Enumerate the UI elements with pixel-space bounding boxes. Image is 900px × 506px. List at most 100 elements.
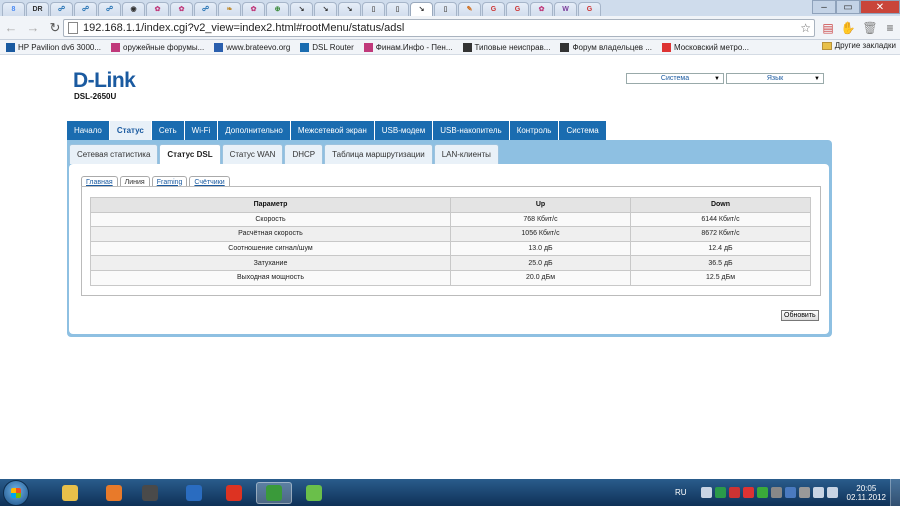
menu-item[interactable]: Wi-Fi xyxy=(184,121,219,140)
browser-tab[interactable]: ▯ xyxy=(386,2,409,16)
browser-tab[interactable]: W xyxy=(554,2,577,16)
menu-icon[interactable]: ≡ xyxy=(882,20,898,36)
taskbar-app[interactable] xyxy=(132,482,168,504)
subtab-item[interactable]: LAN-клиенты xyxy=(433,144,499,164)
table-row: Выходная мощность 20.0 дБм 12.5 дБм xyxy=(90,269,811,286)
browser-tab[interactable]: ☍ xyxy=(74,2,97,16)
menu-item[interactable]: Контроль xyxy=(509,121,560,140)
taskbar-app[interactable] xyxy=(256,482,292,504)
browser-tab[interactable]: ▯ xyxy=(434,2,457,16)
subtab-item[interactable]: Статус DSL xyxy=(159,144,221,164)
tray-shield-icon[interactable] xyxy=(728,487,740,498)
bookmark-item[interactable]: Форум владельцев ... xyxy=(560,42,652,52)
page-icon xyxy=(68,22,78,34)
subtab-item[interactable]: Сетевая статистика xyxy=(69,144,159,164)
network-icon: ☍ xyxy=(105,6,114,13)
back-arrow-icon[interactable]: ← xyxy=(0,18,22,38)
browser-tab[interactable]: ↘ xyxy=(290,2,313,16)
bookmark-item[interactable]: HP Pavilion dv6 3000... xyxy=(6,42,101,52)
maximize-button[interactable]: ▭ xyxy=(836,0,860,14)
table-row: Соотношение сигнал/шум 13.0 дБ 12.4 дБ xyxy=(90,240,811,257)
subtab-item[interactable]: Статус WAN xyxy=(221,144,284,164)
browser-tab[interactable]: ✿ xyxy=(530,2,553,16)
browser-tab[interactable]: ↘ xyxy=(338,2,361,16)
browser-tab[interactable]: ✿ xyxy=(146,2,169,16)
tray-gray-icon[interactable] xyxy=(770,487,782,498)
tray-gray-icon[interactable] xyxy=(798,487,810,498)
menu-item[interactable]: USB-модем xyxy=(374,121,434,140)
taskbar-app[interactable] xyxy=(216,482,252,504)
browser-tab[interactable]: ▯ xyxy=(362,2,385,16)
table-cell: Соотношение сигнал/шум xyxy=(90,240,451,257)
browser-tab[interactable]: ✎ xyxy=(458,2,481,16)
clock[interactable]: 20:05 02.11.2012 xyxy=(847,484,886,502)
browser-tab[interactable]: ❧ xyxy=(218,2,241,16)
star-icon[interactable]: ☆ xyxy=(800,21,811,35)
taskbar-app[interactable] xyxy=(176,482,212,504)
minimize-button[interactable]: – xyxy=(812,0,836,14)
browser-tab[interactable]: ☍ xyxy=(194,2,217,16)
menu-item[interactable]: Дополнительно xyxy=(218,121,291,140)
tray-green-icon[interactable] xyxy=(714,487,726,498)
browser-tab[interactable]: 8 xyxy=(2,2,25,16)
clock-time: 20:05 xyxy=(856,483,877,493)
taskbar-app[interactable] xyxy=(296,482,332,504)
browser-tab[interactable]: ↘ xyxy=(314,2,337,16)
show-desktop-button[interactable] xyxy=(890,479,900,506)
browser-tab[interactable]: ◉ xyxy=(122,2,145,16)
site-icon xyxy=(214,42,224,52)
language-indicator[interactable]: RU xyxy=(675,488,687,497)
language-select[interactable]: Язык ▼ xyxy=(726,73,824,84)
tray-green-icon[interactable] xyxy=(756,487,768,498)
main-menu: Начало Статус Сеть Wi-Fi Дополнительно Межсет… xyxy=(67,121,607,140)
close-button[interactable]: ✕ xyxy=(860,0,900,14)
table-cell: 36.5 дБ xyxy=(630,255,811,271)
extension-icon[interactable]: ▤ xyxy=(820,20,836,36)
trash-icon[interactable]: 🗑 xyxy=(862,20,878,36)
bookmark-item[interactable]: DSL Router xyxy=(300,42,354,52)
browser-tab[interactable]: ↘ xyxy=(410,2,433,16)
menu-item[interactable]: USB-накопитель xyxy=(433,121,510,140)
tray-blue-icon[interactable] xyxy=(784,487,796,498)
tray-up-icon[interactable] xyxy=(700,487,712,498)
browser-tab[interactable]: ✿ xyxy=(242,2,265,16)
start-button[interactable] xyxy=(3,479,29,506)
refresh-button[interactable]: Обновить xyxy=(781,310,819,321)
browser-tab[interactable]: ⊕ xyxy=(266,2,289,16)
browser-tab[interactable]: G xyxy=(506,2,529,16)
volume-icon[interactable] xyxy=(826,487,838,498)
taskbar-app[interactable] xyxy=(96,482,132,504)
bookmark-item[interactable]: Московский метро... xyxy=(661,42,749,52)
network-tray-icon[interactable] xyxy=(812,487,824,498)
browser-tab[interactable]: DR xyxy=(26,2,49,16)
menu-item[interactable]: Начало xyxy=(67,121,110,140)
bookmark-item[interactable]: оружейные форумы... xyxy=(111,42,204,52)
other-bookmarks[interactable]: Другие закладки xyxy=(821,41,896,50)
menu-item[interactable]: Сеть xyxy=(151,121,185,140)
browser-tab[interactable]: ☍ xyxy=(50,2,73,16)
menu-item[interactable]: Система xyxy=(559,121,607,140)
forward-arrow-icon[interactable]: → xyxy=(22,18,44,38)
menu-item[interactable]: Межсетевой экран xyxy=(290,121,375,140)
gear-pink-icon: ✿ xyxy=(178,6,185,13)
table-row: Затухание 25.0 дБ 36.5 дБ xyxy=(90,255,811,271)
browser-tab[interactable]: ✿ xyxy=(170,2,193,16)
subtab-item[interactable]: DHCP xyxy=(284,144,324,164)
bookmark-item[interactable]: Типовые неисправ... xyxy=(462,42,550,52)
menu-item[interactable]: Статус xyxy=(109,121,152,140)
extension-icon[interactable]: ✋ xyxy=(840,20,856,36)
system-select[interactable]: Система ▼ xyxy=(626,73,724,84)
tray-circle-icon[interactable] xyxy=(742,487,754,498)
browser-tab[interactable]: ☍ xyxy=(98,2,121,16)
taskbar-app[interactable] xyxy=(52,482,88,504)
address-bar[interactable]: 192.168.1.1/index.cgi?v2_view=index2.htm… xyxy=(63,19,815,37)
bookmark-item[interactable]: www.brateevo.org xyxy=(214,42,290,52)
table-header: Параметр Up Down xyxy=(90,197,811,213)
window-controls: – ▭ ✕ xyxy=(812,0,900,14)
arrow-icon: ↘ xyxy=(418,6,425,13)
subtab-item[interactable]: Таблица маршрутизации xyxy=(324,144,433,164)
bookmark-item[interactable]: Финам.Инфо - Пен... xyxy=(363,42,453,52)
browser-tab[interactable]: G xyxy=(482,2,505,16)
url-text: 192.168.1.1/index.cgi?v2_view=index2.htm… xyxy=(83,22,405,34)
browser-tab[interactable]: G xyxy=(578,2,601,16)
